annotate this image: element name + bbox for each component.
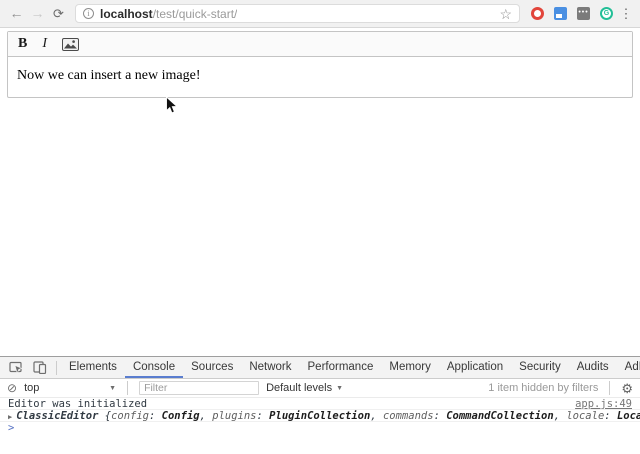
clear-console-icon[interactable]: ⊘ (7, 382, 17, 394)
object-open-brace: { (98, 410, 111, 422)
extension-green-icon[interactable]: G (598, 5, 615, 22)
object-property-value: Locale (617, 410, 640, 422)
back-icon[interactable]: ← (7, 0, 26, 27)
devtools-tab-performance[interactable]: Performance (300, 357, 382, 378)
source-location-link[interactable]: app.js:49 (575, 398, 632, 410)
console-prompt[interactable]: > (0, 422, 640, 434)
blue-window-icon (554, 7, 567, 20)
key-value-separator: : (604, 410, 617, 422)
object-property-value: PluginCollection (269, 410, 370, 422)
toolbar-divider (127, 381, 128, 395)
green-g-icon: G (600, 7, 613, 20)
devtools-tab-memory[interactable]: Memory (381, 357, 439, 378)
mouse-cursor (165, 96, 178, 115)
object-preview[interactable]: ClassicEditor {config: Config, plugins: … (16, 410, 640, 422)
key-value-separator: : (149, 410, 162, 422)
console-object-message: ▶ ClassicEditor {config: Config, plugins… (0, 410, 640, 422)
devtools-tab-audits[interactable]: Audits (569, 357, 617, 378)
rich-text-editor: B I Now we can insert a new image! (7, 31, 633, 98)
object-properties: {config: Config, plugins: PluginCollecti… (98, 410, 640, 422)
key-value-separator: : (434, 410, 447, 422)
console-filter-input[interactable] (139, 381, 259, 395)
devtools-tabs: ElementsConsoleSourcesNetworkPerformance… (61, 357, 640, 378)
dots-badge-icon: ••• (577, 7, 590, 20)
bookmark-star-icon[interactable]: ☆ (499, 7, 512, 21)
chevron-down-icon: ▼ (109, 385, 116, 392)
object-property-value: Config (162, 410, 200, 422)
toolbar-divider (609, 381, 610, 395)
object-property-key: commands (383, 410, 434, 422)
object-property-value: CommandCollection (446, 410, 553, 422)
object-property-key: locale (566, 410, 604, 422)
page-info-icon[interactable]: i (83, 8, 94, 19)
device-toolbar-icon[interactable] (28, 361, 52, 374)
devtools-tab-sources[interactable]: Sources (183, 357, 241, 378)
devtools-tabbar: ElementsConsoleSourcesNetworkPerformance… (0, 357, 640, 379)
expand-caret-icon[interactable]: ▶ (8, 411, 12, 422)
hidden-items-note: 1 item hidden by filters (488, 382, 598, 394)
pair-separator: , (554, 410, 567, 422)
extension-gray-icon[interactable]: ••• (575, 5, 592, 22)
page-content: B I Now we can insert a new image! (0, 28, 640, 356)
console-toolbar: ⊘ top ▼ Default levels ▼ 1 item hidden b… (0, 379, 640, 398)
log-levels-select[interactable]: Default levels ▼ (266, 382, 343, 394)
execution-context-select[interactable]: top ▼ (24, 382, 116, 394)
red-ring-icon (531, 7, 544, 20)
prompt-chevron-icon: > (8, 422, 14, 434)
bold-button[interactable]: B (18, 36, 27, 52)
object-property-key: plugins (212, 410, 256, 422)
pair-separator: , (370, 410, 383, 422)
chevron-down-icon: ▼ (336, 385, 343, 392)
forward-icon[interactable]: → (28, 0, 47, 27)
insert-image-button[interactable] (62, 38, 79, 51)
browser-toolbar: ← → ⟳ i localhost/test/quick-start/ ☆ ••… (0, 0, 640, 28)
editor-paragraph: Now we can insert a new image! (17, 68, 200, 83)
extension-red-icon[interactable] (529, 5, 546, 22)
italic-button[interactable]: I (42, 36, 47, 52)
key-value-separator: : (257, 410, 270, 422)
editor-toolbar: B I (8, 32, 632, 57)
console-message: Editor was initialized app.js:49 (0, 398, 640, 410)
console-messages: Editor was initialized app.js:49 ▶ Class… (0, 398, 640, 434)
address-bar[interactable]: i localhost/test/quick-start/ ☆ (75, 4, 520, 23)
browser-menu-icon[interactable]: ⋮ (619, 6, 633, 22)
object-class-name: ClassicEditor (16, 410, 98, 422)
devtools-tab-security[interactable]: Security (511, 357, 569, 378)
toolbar-divider (56, 361, 57, 375)
log-message-text: Editor was initialized (8, 398, 567, 410)
object-property-key: config (111, 410, 149, 422)
inspect-element-icon[interactable] (4, 361, 28, 374)
image-icon (62, 38, 79, 51)
reload-icon[interactable]: ⟳ (49, 0, 68, 27)
context-label: top (24, 382, 39, 394)
devtools-tab-console[interactable]: Console (125, 357, 183, 378)
levels-label: Default levels (266, 382, 332, 394)
devtools-tab-application[interactable]: Application (439, 357, 511, 378)
pair-separator: , (200, 410, 213, 422)
url-text: localhost/test/quick-start/ (100, 7, 237, 21)
devtools-tab-network[interactable]: Network (241, 357, 299, 378)
devtools-tab-elements[interactable]: Elements (61, 357, 125, 378)
extension-blue-icon[interactable] (552, 5, 569, 22)
editor-editable-area[interactable]: Now we can insert a new image! (8, 57, 632, 97)
url-path: /test/quick-start/ (153, 7, 238, 21)
console-settings-gear-icon[interactable]: ⚙ (621, 382, 633, 395)
devtools-tab-adblock[interactable]: AdBlock (617, 357, 640, 378)
devtools-panel: ElementsConsoleSourcesNetworkPerformance… (0, 356, 640, 454)
url-host: localhost (100, 7, 153, 21)
